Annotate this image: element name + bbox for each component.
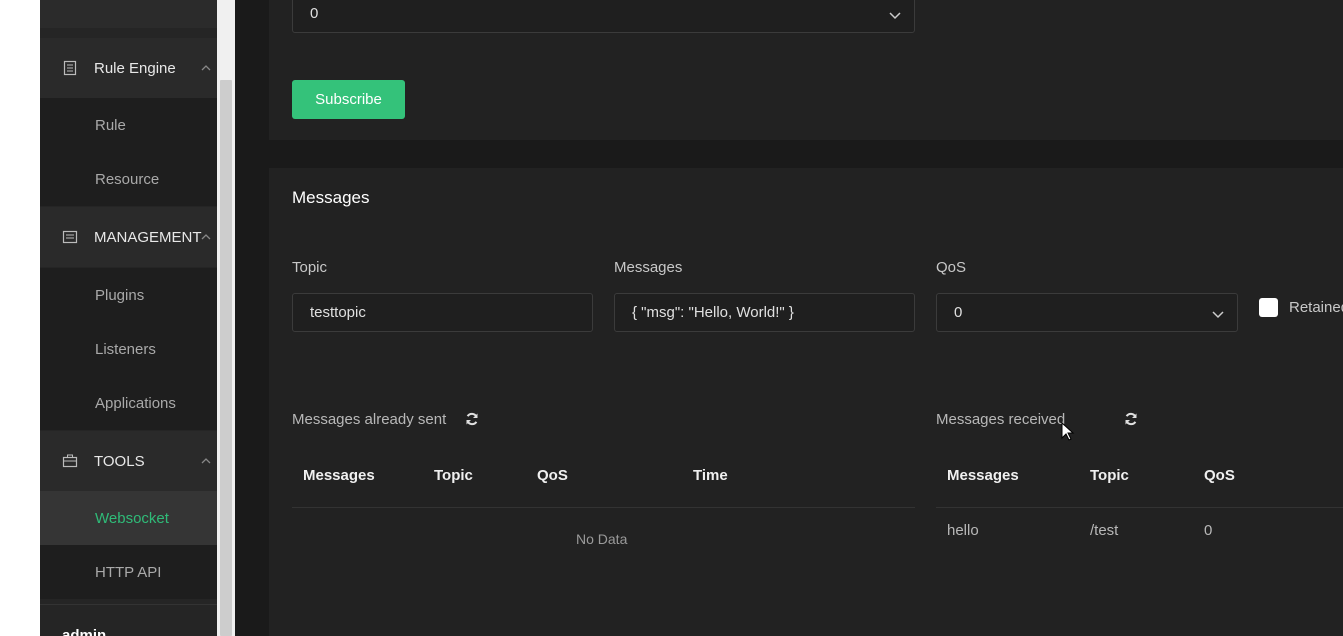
received-section-title: Messages received (936, 411, 1066, 428)
message-label: Messages (614, 259, 683, 276)
document-icon (63, 60, 77, 76)
sent-col-time: Time (693, 467, 728, 484)
topic-input[interactable]: testtopic (292, 293, 593, 332)
list-box-icon (62, 230, 78, 244)
received-col-qos: QoS (1204, 467, 1235, 484)
received-cell-qos: 0 (1204, 522, 1213, 539)
message-input[interactable]: { "msg": "Hello, World!" } (614, 293, 915, 332)
qos-label: QoS (936, 259, 967, 276)
divider (936, 507, 1343, 508)
topic-label: Topic (292, 259, 328, 276)
sent-section-title: Messages already sent (292, 411, 447, 428)
username: admin (62, 627, 107, 636)
sidebar-group-rule-engine[interactable]: Rule Engine (40, 38, 217, 98)
chevron-up-icon (201, 65, 211, 71)
sent-col-messages: Messages (303, 467, 375, 484)
chevron-down-icon (889, 12, 901, 20)
sidebar-group-label: TOOLS (94, 452, 145, 470)
received-col-messages: Messages (947, 467, 1019, 484)
sidebar: Rule Engine Rule Resource MANAGEMENT Plu… (40, 0, 217, 636)
sidebar-group-management[interactable]: MANAGEMENT (40, 207, 217, 267)
sidebar-item-rule[interactable]: Rule (40, 98, 217, 152)
subscribe-panel: 0 Subscribe (269, 0, 1343, 140)
received-col-topic: Topic (1090, 467, 1129, 484)
sidebar-item-listeners[interactable]: Listeners (40, 322, 217, 376)
app-window: Rule Engine Rule Resource MANAGEMENT Plu… (40, 0, 1343, 636)
refresh-icon[interactable] (465, 412, 479, 426)
select-value: 0 (954, 304, 963, 321)
empty-state-text: No Data (576, 531, 628, 547)
messages-panel: Messages Topic testtopic Messages { "msg… (269, 168, 1343, 636)
chevron-up-icon (201, 458, 211, 464)
select-value: 0 (310, 5, 319, 22)
sent-col-qos: QoS (537, 467, 568, 484)
received-cell-message: hello (947, 522, 979, 539)
chevron-down-icon (1212, 311, 1224, 319)
sidebar-group-tools[interactable]: TOOLS (40, 431, 217, 491)
divider (292, 507, 915, 508)
toolbox-icon (62, 454, 78, 468)
sidebar-group-label: MANAGEMENT (94, 228, 202, 246)
scrollbar-thumb[interactable] (220, 80, 232, 636)
panel-title: Messages (292, 188, 370, 207)
mouse-cursor-icon (1061, 422, 1075, 441)
sidebar-group-label: Rule Engine (94, 59, 176, 77)
sent-col-topic: Topic (434, 467, 473, 484)
retained-label: Retained (1289, 299, 1343, 316)
subscribe-qos-select[interactable]: 0 (292, 0, 915, 33)
sidebar-item-websocket[interactable]: Websocket (40, 491, 217, 545)
sidebar-item-http-api[interactable]: HTTP API (40, 545, 217, 599)
sidebar-item-plugins[interactable]: Plugins (40, 268, 217, 322)
subscribe-button[interactable]: Subscribe (292, 80, 405, 119)
refresh-icon[interactable] (1124, 412, 1138, 426)
sidebar-top-item[interactable] (40, 0, 217, 28)
sidebar-item-resource[interactable]: Resource (40, 152, 217, 206)
qos-select[interactable]: 0 (936, 293, 1238, 332)
user-menu[interactable]: admin (40, 604, 217, 636)
retained-checkbox[interactable] (1259, 298, 1278, 317)
topic-value: testtopic (310, 304, 366, 321)
sidebar-item-applications[interactable]: Applications (40, 376, 217, 430)
message-value: { "msg": "Hello, World!" } (632, 304, 794, 321)
received-cell-topic: /test (1090, 522, 1119, 539)
chevron-up-icon (201, 234, 211, 240)
